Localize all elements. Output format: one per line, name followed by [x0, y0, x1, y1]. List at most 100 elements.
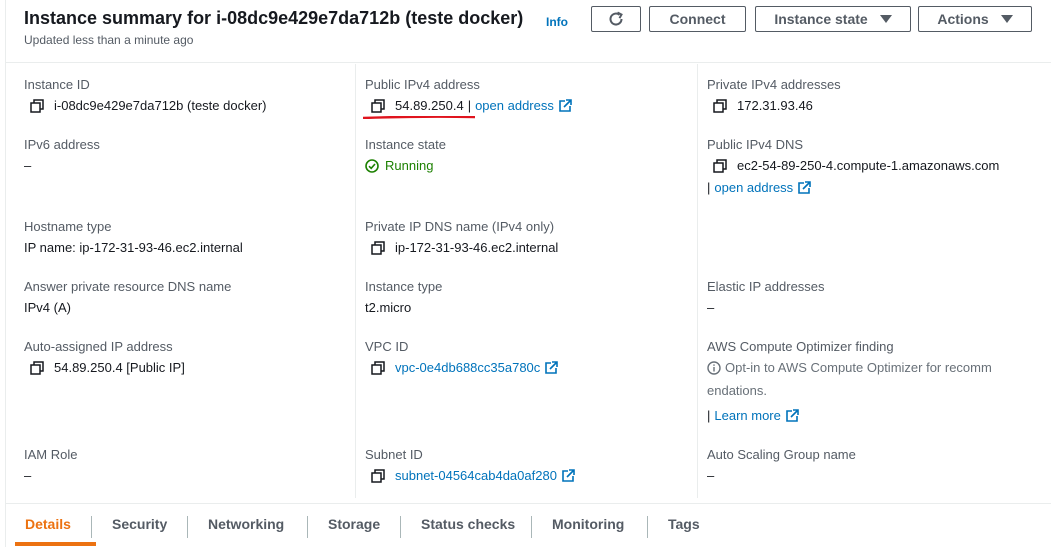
private-ipv4-value: 172.31.93.46: [713, 98, 813, 114]
copy-icon[interactable]: [30, 361, 44, 375]
optimizer-label: AWS Compute Optimizer finding: [707, 339, 894, 354]
instance-state-dropdown[interactable]: Instance state: [755, 6, 911, 32]
copy-icon[interactable]: [371, 241, 385, 255]
instance-state-field: Instance state: [365, 137, 446, 153]
column-divider: [697, 64, 698, 498]
tab-separator: [400, 516, 401, 538]
vpc-id-label: VPC ID: [365, 339, 409, 354]
tab-separator: [531, 516, 532, 538]
subnet-id-link[interactable]: subnet-04564cab4da0af280: [395, 468, 557, 484]
copy-icon[interactable]: [30, 99, 44, 113]
optimizer-field: AWS Compute Optimizer finding: [707, 339, 894, 355]
external-link-icon[interactable]: [785, 409, 799, 423]
subnet-id-value: subnet-04564cab4da0af280: [371, 468, 575, 484]
public-dns-label: Public IPv4 DNS: [707, 137, 804, 152]
refresh-button[interactable]: [591, 6, 641, 32]
instance-id-value: i-08dc9e429e7da712b (teste docker): [30, 98, 266, 114]
tab-networking[interactable]: Networking: [208, 516, 284, 532]
column-divider: [355, 64, 356, 498]
vpc-id-link[interactable]: vpc-0e4db688cc35a780c: [395, 360, 540, 376]
public-dns-open-row: | open address: [707, 180, 811, 196]
instance-type-field: Instance type: [365, 279, 442, 295]
external-link-icon[interactable]: [558, 99, 572, 113]
public-dns-value: ec2-54-89-250-4.compute-1.amazonaws.com: [713, 158, 999, 174]
private-ipv4-field: Private IPv4 addresses: [707, 77, 841, 93]
instance-id-field: Instance ID: [24, 77, 90, 93]
tab-separator: [647, 516, 648, 538]
separator: |: [467, 98, 472, 113]
ipv6-value: –: [24, 158, 32, 173]
tab-security[interactable]: Security: [112, 516, 167, 532]
header-divider: [5, 62, 1051, 63]
open-address-link[interactable]: open address: [475, 98, 554, 114]
tab-storage[interactable]: Storage: [328, 516, 380, 532]
copy-icon[interactable]: [371, 361, 385, 375]
active-tab-indicator: [15, 542, 96, 546]
refresh-icon: [609, 11, 623, 26]
external-link-icon[interactable]: [561, 469, 575, 483]
tab-tags[interactable]: Tags: [668, 516, 700, 532]
copy-icon[interactable]: [371, 99, 385, 113]
updated-timestamp: Updated less than a minute ago: [24, 33, 194, 47]
learn-more-row: | Learn more: [707, 408, 799, 424]
answer-dns-field: Answer private resource DNS name: [24, 279, 231, 295]
copy-icon[interactable]: [371, 469, 385, 483]
instance-state-label: Instance state: [774, 11, 868, 27]
public-ipv4-field: Public IPv4 address: [365, 77, 480, 93]
public-dns-field: Public IPv4 DNS: [707, 137, 803, 153]
hostname-type-label: Hostname type: [24, 219, 112, 234]
tab-separator: [91, 516, 92, 538]
vpc-id-field: VPC ID: [365, 339, 408, 355]
tab-separator: [307, 516, 308, 538]
detail-tabs: Details Security Networking Storage Stat…: [5, 503, 1051, 548]
ipv6-field: IPv6 address: [24, 137, 100, 153]
elastic-ip-field: Elastic IP addresses: [707, 279, 825, 295]
tab-separator: [187, 516, 188, 538]
private-ipv4-label: Private IPv4 addresses: [707, 77, 841, 92]
tab-monitoring[interactable]: Monitoring: [552, 516, 624, 532]
connect-button[interactable]: Connect: [649, 6, 746, 32]
check-circle-icon: [365, 159, 379, 173]
caret-down-icon: [879, 15, 892, 23]
actions-label: Actions: [937, 11, 989, 27]
iam-role-value: –: [24, 468, 32, 483]
content-frame: [5, 0, 1051, 547]
info-icon: [707, 361, 721, 375]
copy-icon[interactable]: [713, 99, 727, 113]
ipv6-label: IPv6 address: [24, 137, 100, 152]
learn-more-link[interactable]: Learn more: [714, 408, 780, 424]
answer-dns-label: Answer private resource DNS name: [24, 279, 232, 294]
optimizer-text-line2: endations.: [707, 383, 767, 398]
tab-details[interactable]: Details: [25, 516, 71, 532]
elastic-ip-label: Elastic IP addresses: [707, 279, 825, 294]
tab-status-checks[interactable]: Status checks: [421, 516, 515, 532]
external-link-icon[interactable]: [544, 361, 559, 375]
answer-dns-value: IPv4 (A): [24, 300, 71, 315]
separator: |: [707, 408, 711, 423]
auto-ip-value: 54.89.250.4 [Public IP]: [30, 360, 185, 376]
instance-id-label: Instance ID: [24, 77, 90, 92]
private-dns-value: ip-172-31-93-46.ec2.internal: [371, 240, 558, 256]
actions-dropdown[interactable]: Actions: [918, 6, 1032, 32]
connect-button-label: Connect: [669, 11, 726, 27]
copy-icon[interactable]: [713, 159, 727, 173]
public-ipv4-label: Public IPv4 address: [365, 77, 480, 92]
optimizer-text-line1: Opt-in to AWS Compute Optimizer for reco…: [707, 360, 992, 376]
open-address-link[interactable]: open address: [714, 180, 793, 196]
external-link-icon[interactable]: [797, 181, 811, 195]
iam-role-field: IAM Role: [24, 447, 77, 463]
instance-state-value: Running: [365, 158, 433, 174]
asg-value: –: [707, 468, 715, 483]
asg-label: Auto Scaling Group name: [707, 447, 856, 462]
info-link[interactable]: Info: [546, 15, 568, 29]
subnet-id-field: Subnet ID: [365, 447, 423, 463]
hostname-type-value: IP name: ip-172-31-93-46.ec2.internal: [24, 240, 243, 255]
instance-type-label: Instance type: [365, 279, 443, 294]
iam-role-label: IAM Role: [24, 447, 78, 462]
instance-type-value: t2.micro: [365, 300, 412, 315]
annotation-underline: [363, 116, 475, 119]
page-title: Instance summary for i-08dc9e429e7da712b…: [24, 8, 524, 28]
hostname-type-field: Hostname type: [24, 219, 111, 235]
auto-ip-label: Auto-assigned IP address: [24, 339, 173, 354]
public-ipv4-value: 54.89.250.4 | open address: [371, 98, 572, 114]
